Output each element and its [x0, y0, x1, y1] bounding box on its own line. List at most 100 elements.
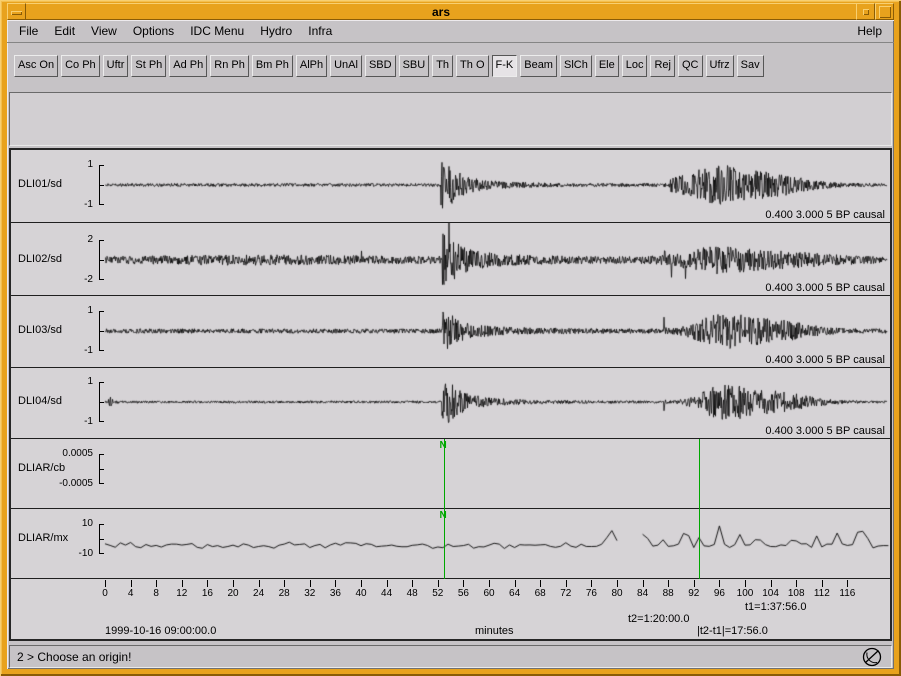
menu-view[interactable]: View — [83, 21, 125, 42]
minimize-icon — [863, 9, 869, 15]
axis-tick-label: 44 — [373, 588, 401, 599]
toolbar-button-slch[interactable]: SlCh — [560, 55, 592, 77]
scale-max: 1 — [13, 305, 93, 316]
toolbar-button-rn-ph[interactable]: Rn Ph — [210, 55, 249, 77]
window-maximize-button[interactable] — [875, 3, 894, 20]
menu-file[interactable]: File — [11, 21, 46, 42]
filter-label: 0.400 3.000 5 BP causal — [765, 354, 885, 366]
window-minimize-button[interactable] — [856, 3, 875, 20]
axis-tick-label: 76 — [577, 588, 605, 599]
axis-tick — [310, 580, 311, 587]
pick-marker-label: N — [440, 510, 447, 521]
axis-tick — [796, 580, 797, 587]
axis-tick-label: 40 — [347, 588, 375, 599]
axis-tick — [284, 580, 285, 587]
channel-row: DLIAR/cb 0.0005 -0.0005 — [11, 439, 890, 509]
axis-tick — [668, 580, 669, 587]
pick-marker-line[interactable] — [444, 439, 445, 579]
channel-label[interactable]: DLI01/sd — [18, 178, 62, 190]
axis-tick-label: 0 — [91, 588, 119, 599]
toolbar-button-rej[interactable]: Rej — [650, 55, 675, 77]
t1-time-label: t1=1:37:56.0 — [745, 601, 806, 613]
toolbar-button-beam[interactable]: Beam — [520, 55, 557, 77]
axis-tick-label: 112 — [808, 588, 836, 599]
axis-tick-label: 116 — [833, 588, 861, 599]
toolbar-button-ele[interactable]: Ele — [595, 55, 619, 77]
scale-min: -10 — [13, 548, 93, 559]
axis-tick — [387, 580, 388, 587]
window-titlebar[interactable]: ars — [7, 3, 894, 20]
axis-tick — [694, 580, 695, 587]
axis-tick — [591, 580, 592, 587]
axis-units-label: minutes — [475, 625, 514, 637]
channel-label[interactable]: DLIAR/mx — [18, 532, 68, 544]
channel-row: DLI02/sd 2 -2 0.400 3.000 5 BP causal — [11, 223, 890, 296]
menu-hydro[interactable]: Hydro — [252, 21, 300, 42]
axis-tick-label: 108 — [782, 588, 810, 599]
menu-infra[interactable]: Infra — [300, 21, 340, 42]
t2-time-label: t2=1:20:00.0 — [628, 613, 689, 625]
toolbar-button-loc[interactable]: Loc — [622, 55, 648, 77]
t2-t1-delta-label: |t2-t1|=17:56.0 — [697, 625, 768, 637]
toolbar-button-th-o[interactable]: Th O — [456, 55, 488, 77]
axis-tick-label: 80 — [603, 588, 631, 599]
toolbar-button-ufrz[interactable]: Ufrz — [706, 55, 734, 77]
channel-rows: DLI01/sd 1 -1 0.400 3.000 5 BP causal DL… — [11, 150, 890, 639]
toolbar-button-sav[interactable]: Sav — [737, 55, 764, 77]
window-content: FileEditViewOptionsIDC MenuHydroInfra Hel… — [7, 20, 894, 669]
axis-tick-label: 96 — [705, 588, 733, 599]
toolbar-button-f-k[interactable]: F-K — [492, 55, 518, 77]
axis-tick-label: 52 — [424, 588, 452, 599]
scale-min: -1 — [13, 199, 93, 210]
axis-tick-label: 92 — [680, 588, 708, 599]
scale-min: -1 — [13, 416, 93, 427]
axis-tick — [566, 580, 567, 587]
axis-tick-label: 16 — [193, 588, 221, 599]
channel-label[interactable]: DLI04/sd — [18, 395, 62, 407]
channel-row: DLI01/sd 1 -1 0.400 3.000 5 BP causal — [11, 150, 890, 223]
toolbar-button-qc[interactable]: QC — [678, 55, 703, 77]
toolbar-button-th[interactable]: Th — [432, 55, 453, 77]
menu-options[interactable]: Options — [125, 21, 182, 42]
channel-label[interactable]: DLI02/sd — [18, 253, 62, 265]
axis-tick — [335, 580, 336, 587]
toolbar-button-st-ph[interactable]: St Ph — [131, 55, 166, 77]
menu-edit[interactable]: Edit — [46, 21, 83, 42]
window-menu-button[interactable] — [7, 3, 26, 20]
toolbar-button-unal[interactable]: UnAl — [330, 55, 362, 77]
axis-tick — [847, 580, 848, 587]
channel-label[interactable]: DLIAR/cb — [18, 462, 65, 474]
maximize-icon — [879, 6, 891, 18]
toolbar-button-ad-ph[interactable]: Ad Ph — [169, 55, 207, 77]
scale-min: -1 — [13, 345, 93, 356]
axis-tick — [719, 580, 720, 587]
axis-tick-label: 48 — [398, 588, 426, 599]
axis-tick-label: 104 — [757, 588, 785, 599]
menu-idc-menu[interactable]: IDC Menu — [182, 21, 252, 42]
waveform-trace[interactable] — [102, 439, 890, 508]
channel-label[interactable]: DLI03/sd — [18, 324, 62, 336]
menubar: FileEditViewOptionsIDC MenuHydroInfra Hel… — [7, 20, 894, 43]
pick-marker-label: N — [440, 440, 447, 451]
toolbar-button-co-ph[interactable]: Co Ph — [61, 55, 100, 77]
axis-tick-label: 8 — [142, 588, 170, 599]
axis-tick-label: 36 — [321, 588, 349, 599]
menu-help[interactable]: Help — [849, 21, 890, 42]
toolbar-button-uftr[interactable]: Uftr — [103, 55, 129, 77]
pick-marker-line[interactable] — [699, 439, 700, 579]
waveform-trace[interactable] — [102, 509, 890, 578]
axis-tick — [259, 580, 260, 587]
toolbar-button-bm-ph[interactable]: Bm Ph — [252, 55, 293, 77]
scale-max: 1 — [13, 159, 93, 170]
axis-tick — [463, 580, 464, 587]
window-menu-icon — [11, 11, 22, 15]
toolbar-button-asc-on[interactable]: Asc On — [14, 55, 58, 77]
toolbar-button-sbu[interactable]: SBU — [399, 55, 430, 77]
toolbar-button-sbd[interactable]: SBD — [365, 55, 396, 77]
waveform-display[interactable]: DLI01/sd 1 -1 0.400 3.000 5 BP causal DL… — [9, 148, 892, 641]
axis-tick — [156, 580, 157, 587]
scale-min: -2 — [13, 274, 93, 285]
channel-row: DLI04/sd 1 -1 0.400 3.000 5 BP causal — [11, 368, 890, 439]
axis-tick — [361, 580, 362, 587]
toolbar-button-alph[interactable]: AlPh — [296, 55, 327, 77]
